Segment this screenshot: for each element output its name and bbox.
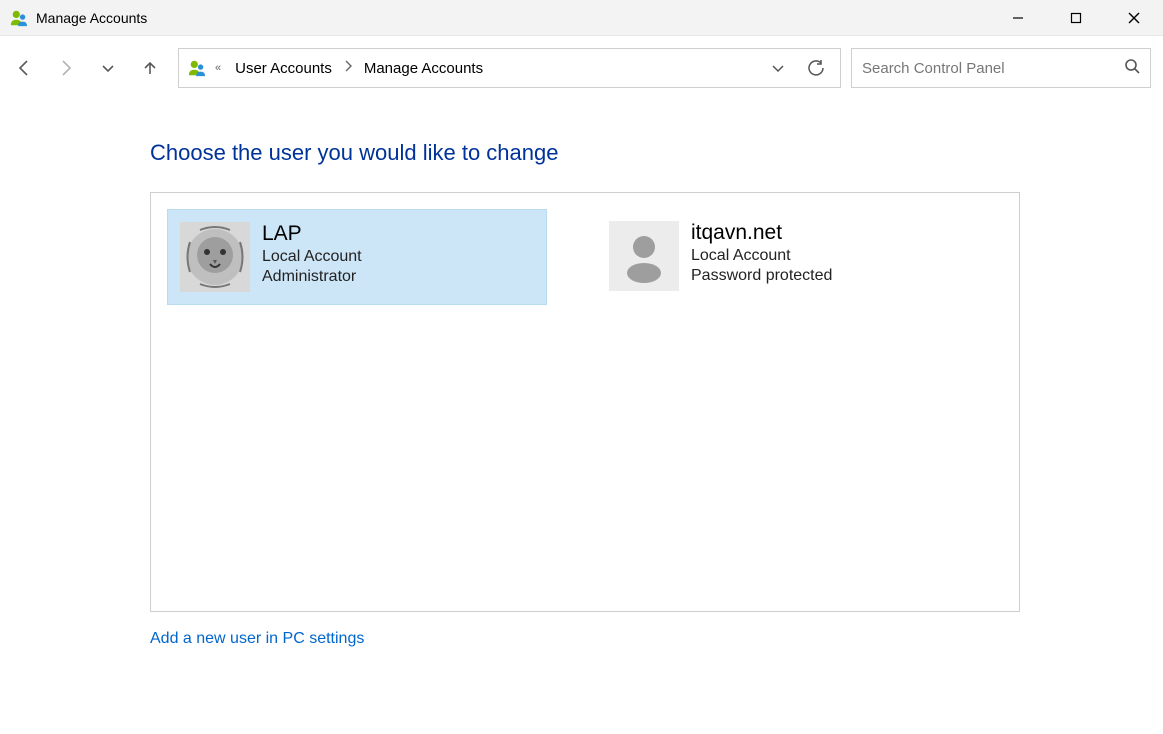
title-left: Manage Accounts: [0, 9, 147, 27]
recent-locations-button[interactable]: [96, 56, 120, 80]
search-icon[interactable]: [1124, 58, 1140, 79]
breadcrumb-item-user-accounts[interactable]: User Accounts: [229, 56, 338, 81]
account-name: itqavn.net: [691, 221, 832, 245]
user-accounts-path-icon: [187, 58, 207, 78]
nav-row: « User Accounts Manage Accounts: [0, 36, 1163, 100]
window-controls: [989, 0, 1163, 35]
chevron-right-icon: [344, 59, 352, 77]
address-bar[interactable]: « User Accounts Manage Accounts: [178, 48, 841, 88]
account-info: LAP Local Account Administrator: [262, 222, 362, 286]
back-button[interactable]: [12, 56, 36, 80]
refresh-button[interactable]: [800, 52, 832, 84]
window-title: Manage Accounts: [36, 10, 147, 26]
breadcrumb-root-chevron-icon[interactable]: «: [213, 62, 223, 74]
account-name: LAP: [262, 222, 362, 246]
nav-arrows: [12, 56, 168, 80]
account-info: itqavn.net Local Account Password protec…: [691, 221, 832, 285]
page-heading: Choose the user you would like to change: [150, 140, 1020, 166]
breadcrumb-item-manage-accounts[interactable]: Manage Accounts: [358, 56, 489, 81]
maximize-button[interactable]: [1047, 0, 1105, 35]
account-type: Local Account: [691, 247, 832, 265]
minimize-button[interactable]: [989, 0, 1047, 35]
account-status: Password protected: [691, 267, 832, 285]
up-button[interactable]: [138, 56, 162, 80]
account-tile-lap[interactable]: LAP Local Account Administrator: [167, 209, 547, 305]
accounts-container: LAP Local Account Administrator itqavn.n…: [150, 192, 1020, 612]
content-area: Choose the user you would like to change: [0, 100, 1020, 648]
title-bar: Manage Accounts: [0, 0, 1163, 36]
search-box[interactable]: [851, 48, 1151, 88]
user-accounts-app-icon: [10, 9, 28, 27]
add-user-link[interactable]: Add a new user in PC settings: [150, 630, 364, 648]
previous-locations-button[interactable]: [762, 52, 794, 84]
close-button[interactable]: [1105, 0, 1163, 35]
search-input[interactable]: [862, 60, 1124, 77]
avatar-lion: [180, 222, 250, 292]
forward-button[interactable]: [54, 56, 78, 80]
account-type: Local Account: [262, 248, 362, 266]
account-role: Administrator: [262, 268, 362, 286]
avatar-default: [609, 221, 679, 291]
account-tile-itqavn[interactable]: itqavn.net Local Account Password protec…: [597, 209, 977, 303]
